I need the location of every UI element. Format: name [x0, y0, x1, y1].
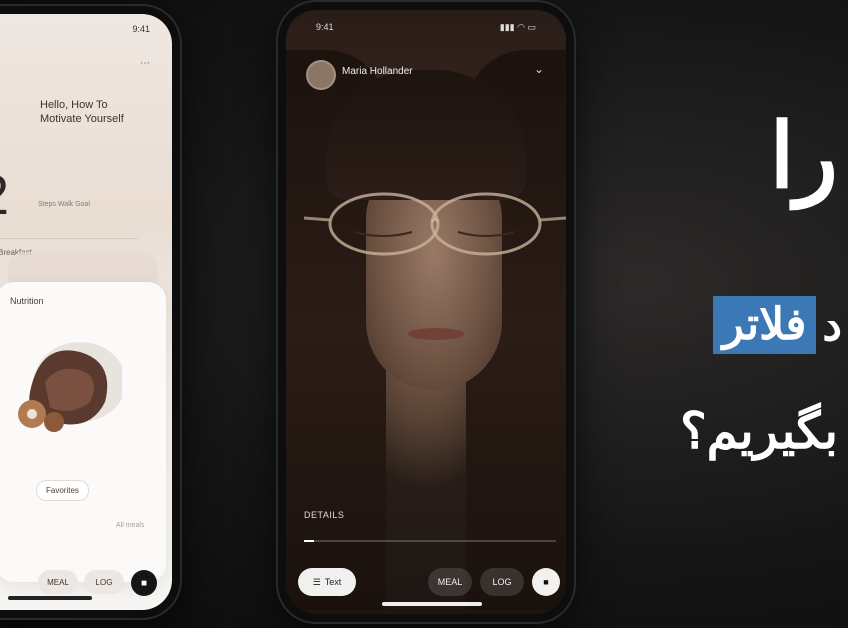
portrait-lips — [408, 328, 464, 340]
text-icon: ☰ — [312, 576, 321, 587]
home-indicator — [8, 596, 92, 600]
divider — [0, 238, 138, 239]
more-icon[interactable]: ⌄ — [534, 62, 544, 76]
card-note: All meals — [116, 522, 145, 529]
headline-line2-plain: د — [822, 300, 842, 350]
status-time: 9:41 — [132, 24, 150, 34]
headline-line1: را — [769, 107, 838, 207]
favorites-chip[interactable]: Favorites — [36, 480, 89, 501]
headline-line3: بگیریم؟ — [680, 403, 838, 459]
card-title: Nutrition — [10, 296, 44, 306]
nutrition-card[interactable]: Nutrition Favorites All meals — [0, 282, 166, 582]
username[interactable]: Maria Hollander — [342, 66, 413, 77]
record-icon[interactable]: ■ — [131, 570, 157, 596]
left-phone-screen: 9:41 ⋯ Hello, How To Motivate Yourself 2… — [0, 14, 172, 610]
status-bar: 9:41 ▮▮▮ ◠ ▭ — [286, 22, 566, 33]
center-phone-screen: 9:41 ▮▮▮ ◠ ▭ Maria Hollander ⌄ DETAILS ☰… — [286, 10, 566, 614]
status-icons: ▮▮▮ ◠ ▭ — [499, 22, 536, 32]
big-number-subtitle: Steps Walk Goal — [38, 201, 90, 208]
meal-pill[interactable]: MEAL — [38, 570, 78, 594]
menu-icon[interactable]: ⋯ — [140, 58, 150, 69]
big-number: 2 — [0, 162, 9, 227]
food-image — [18, 342, 122, 432]
status-time: 9:41 — [316, 22, 334, 32]
greeting-text: Hello, How To Motivate Yourself — [40, 99, 124, 125]
log-pill[interactable]: LOG — [84, 570, 124, 594]
avatar[interactable] — [306, 60, 336, 90]
details-caption: DETAILS — [304, 510, 345, 520]
left-phone-mockup: 9:41 ⋯ Hello, How To Motivate Yourself 2… — [0, 6, 180, 618]
portrait-glasses — [304, 192, 566, 256]
text-button-label: Text — [324, 577, 342, 587]
meal-pill[interactable]: MEAL — [428, 568, 472, 596]
progress-track[interactable] — [304, 540, 556, 542]
progress-fill — [304, 540, 315, 542]
headline-line2-highlight: فلاتر — [712, 296, 817, 354]
text-button[interactable]: ☰ Text — [298, 568, 356, 596]
home-indicator — [382, 602, 482, 606]
record-icon[interactable]: ■ — [532, 568, 560, 596]
headline-line2: د فلاتر — [712, 296, 848, 354]
center-phone-mockup: 9:41 ▮▮▮ ◠ ▭ Maria Hollander ⌄ DETAILS ☰… — [278, 2, 574, 622]
log-pill[interactable]: LOG — [480, 568, 524, 596]
